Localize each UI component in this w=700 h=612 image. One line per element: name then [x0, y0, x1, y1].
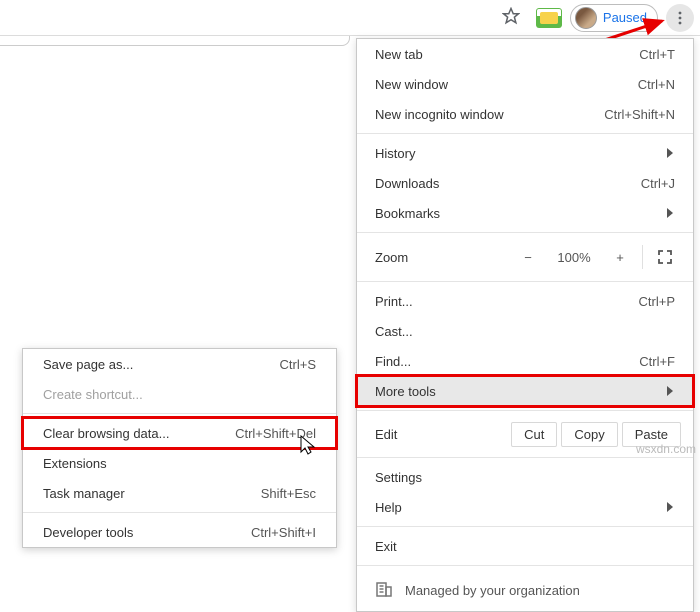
chevron-right-icon	[667, 146, 675, 161]
fullscreen-icon[interactable]	[649, 243, 681, 271]
menu-help[interactable]: Help	[357, 492, 693, 522]
menu-exit[interactable]: Exit	[357, 531, 693, 561]
submenu-developer-tools[interactable]: Developer tools Ctrl+Shift+I	[23, 517, 336, 547]
profile-badge[interactable]: Paused	[570, 4, 658, 32]
submenu-clear-browsing-data[interactable]: Clear browsing data... Ctrl+Shift+Del	[23, 418, 336, 448]
menu-print[interactable]: Print... Ctrl+P	[357, 286, 693, 316]
bookmark-star-icon[interactable]	[502, 7, 520, 28]
copy-button[interactable]: Copy	[561, 422, 617, 447]
submenu-save-page[interactable]: Save page as... Ctrl+S	[23, 349, 336, 379]
organization-icon	[375, 580, 393, 601]
menu-bookmarks[interactable]: Bookmarks	[357, 198, 693, 228]
menu-find[interactable]: Find... Ctrl+F	[357, 346, 693, 376]
menu-new-incognito[interactable]: New incognito window Ctrl+Shift+N	[357, 99, 693, 129]
zoom-out-button[interactable]: −	[512, 243, 544, 271]
zoom-value: 100%	[550, 243, 598, 271]
menu-zoom: Zoom − 100% +	[357, 237, 693, 277]
menu-new-tab[interactable]: New tab Ctrl+T	[357, 39, 693, 69]
cut-button[interactable]: Cut	[511, 422, 557, 447]
chevron-right-icon	[667, 500, 675, 515]
menu-history[interactable]: History	[357, 138, 693, 168]
toolbar: Paused	[0, 0, 700, 36]
menu-new-window[interactable]: New window Ctrl+N	[357, 69, 693, 99]
chevron-right-icon	[667, 206, 675, 221]
menu-managed-by-org[interactable]: Managed by your organization	[357, 570, 693, 611]
menu-downloads[interactable]: Downloads Ctrl+J	[357, 168, 693, 198]
app-icon[interactable]	[536, 8, 562, 28]
paused-label: Paused	[603, 10, 647, 25]
submenu-create-shortcut: Create shortcut...	[23, 379, 336, 409]
more-tools-submenu: Save page as... Ctrl+S Create shortcut..…	[22, 348, 337, 548]
chevron-right-icon	[667, 384, 675, 399]
avatar-icon	[575, 7, 597, 29]
menu-more-tools[interactable]: More tools	[357, 376, 693, 406]
menu-cast[interactable]: Cast...	[357, 316, 693, 346]
submenu-task-manager[interactable]: Task manager Shift+Esc	[23, 478, 336, 508]
menu-button[interactable]	[666, 4, 694, 32]
chrome-menu: New tab Ctrl+T New window Ctrl+N New inc…	[356, 38, 694, 612]
watermark: wsxdn.com	[636, 442, 696, 456]
submenu-extensions[interactable]: Extensions	[23, 448, 336, 478]
zoom-in-button[interactable]: +	[604, 243, 636, 271]
menu-settings[interactable]: Settings	[357, 462, 693, 492]
